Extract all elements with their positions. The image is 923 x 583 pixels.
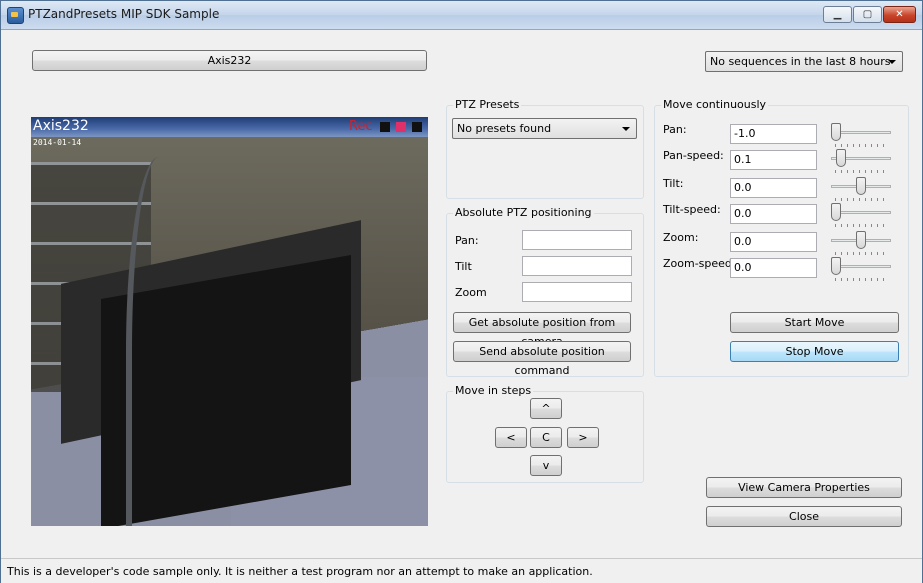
- cont-row-label: Zoom:: [663, 231, 699, 244]
- cont-row-slider-ticks: [835, 252, 889, 255]
- abs-zoom-label: Zoom: [455, 286, 487, 299]
- cont-row-slider-ticks: [835, 144, 889, 147]
- move-continuously-title: Move continuously: [661, 98, 769, 111]
- abs-pan-label: Pan:: [455, 234, 479, 247]
- step-right-button[interactable]: >: [567, 427, 599, 448]
- cont-row-input[interactable]: 0.0: [730, 178, 817, 198]
- cont-row-slider-ticks: [835, 198, 889, 201]
- status-text: This is a developer's code sample only. …: [7, 565, 593, 578]
- start-move-button[interactable]: Start Move: [730, 312, 899, 333]
- cont-row-slider-ticks: [835, 278, 889, 281]
- cont-row-slider-thumb[interactable]: [831, 203, 841, 221]
- abs-zoom-input[interactable]: [522, 282, 632, 302]
- ptz-presets-combo[interactable]: No presets found: [452, 118, 637, 139]
- cont-row-input[interactable]: 0.0: [730, 232, 817, 252]
- cont-row-label: Tilt-speed:: [663, 203, 721, 216]
- rec-indicator-1: [380, 122, 390, 132]
- status-bar: This is a developer's code sample only. …: [1, 558, 922, 583]
- move-steps-group: Move in steps ^ < C > v: [446, 384, 644, 483]
- step-left-button[interactable]: <: [495, 427, 527, 448]
- stop-move-button[interactable]: Stop Move: [730, 341, 899, 362]
- cont-row-slider-thumb[interactable]: [856, 177, 866, 195]
- sequence-combo-value: No sequences in the last 8 hours: [710, 55, 891, 68]
- ptz-presets-title: PTZ Presets: [453, 98, 522, 111]
- move-continuously-group: Move continuously Pan: -1.0 Pan-speed: 0.1 T…: [654, 98, 909, 377]
- absolute-ptz-title: Absolute PTZ positioning: [453, 206, 594, 219]
- rec-label: Rec: [349, 119, 373, 134]
- get-absolute-position-button[interactable]: Get absolute position from camera: [453, 312, 631, 348]
- abs-tilt-label: Tilt: [455, 260, 472, 273]
- rec-indicator-3: [412, 122, 422, 132]
- abs-pan-input[interactable]: [522, 230, 632, 250]
- cont-row-slider-ticks: [835, 224, 889, 227]
- cont-row-slider-thumb[interactable]: [831, 257, 841, 275]
- video-header: Axis232 Rec: [31, 117, 428, 137]
- cont-row-label: Pan-speed:: [663, 149, 724, 162]
- cont-row-input[interactable]: 0.0: [730, 204, 817, 224]
- view-camera-properties-button[interactable]: View Camera Properties: [706, 477, 902, 498]
- video-cable: [126, 157, 192, 526]
- app-icon: [7, 7, 24, 24]
- video-camera-name: Axis232: [33, 118, 89, 134]
- maximize-button[interactable]: ▢: [853, 6, 882, 23]
- cont-row-input[interactable]: 0.1: [730, 150, 817, 170]
- camera-video-view[interactable]: Axis232 Rec 2014-01-14: [31, 117, 428, 526]
- close-button[interactable]: Close: [706, 506, 902, 527]
- cont-row-label: Tilt:: [663, 177, 684, 190]
- absolute-ptz-group: Absolute PTZ positioning Pan: Tilt Zoom …: [446, 206, 644, 377]
- cont-row-label: Pan:: [663, 123, 687, 136]
- video-date: 2014-01-14: [33, 138, 82, 147]
- main-window: PTZandPresets MIP SDK Sample ▁ ▢ ✕ Axis2…: [0, 0, 923, 583]
- send-absolute-position-button[interactable]: Send absolute position command: [453, 341, 631, 377]
- video-image: [31, 137, 428, 526]
- abs-tilt-input[interactable]: [522, 256, 632, 276]
- cont-row-slider-thumb[interactable]: [856, 231, 866, 249]
- cont-row-input[interactable]: -1.0: [730, 124, 817, 144]
- chevron-down-icon: [622, 127, 630, 131]
- step-up-button[interactable]: ^: [530, 398, 562, 419]
- step-down-button[interactable]: v: [530, 455, 562, 476]
- cont-row-label: Zoom-speed:: [663, 257, 736, 270]
- window-title: PTZandPresets MIP SDK Sample: [28, 7, 220, 21]
- close-window-button[interactable]: ✕: [883, 6, 916, 23]
- cont-row-slider-thumb[interactable]: [836, 149, 846, 167]
- chevron-down-icon: [888, 60, 896, 64]
- sequence-combo[interactable]: No sequences in the last 8 hours: [705, 51, 903, 72]
- rec-indicator-2: [396, 122, 406, 132]
- move-steps-title: Move in steps: [453, 384, 534, 397]
- minimize-button[interactable]: ▁: [823, 6, 852, 23]
- cont-row-slider-ticks: [835, 170, 889, 173]
- cont-row-slider-thumb[interactable]: [831, 123, 841, 141]
- title-bar[interactable]: PTZandPresets MIP SDK Sample ▁ ▢ ✕: [1, 1, 922, 30]
- cont-row-input[interactable]: 0.0: [730, 258, 817, 278]
- ptz-presets-combo-value: No presets found: [457, 122, 552, 135]
- ptz-presets-group: PTZ Presets No presets found: [446, 98, 644, 199]
- camera-select-button[interactable]: Axis232: [32, 50, 427, 71]
- step-center-button[interactable]: C: [530, 427, 562, 448]
